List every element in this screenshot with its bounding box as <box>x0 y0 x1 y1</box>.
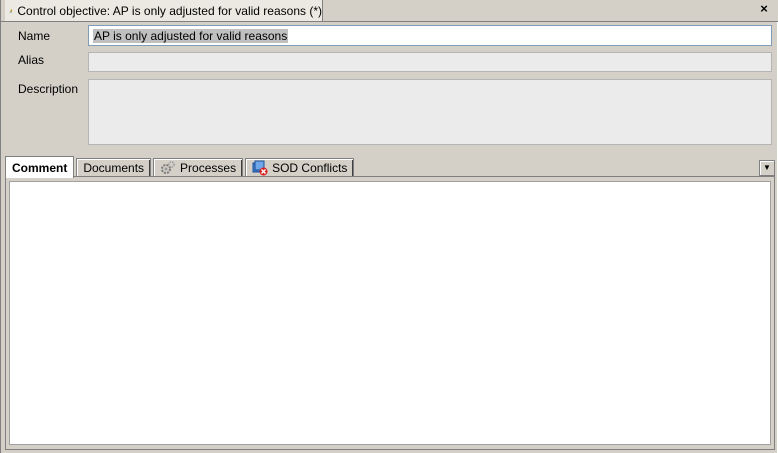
document-tab-title: Control objective: AP is only adjusted f… <box>17 4 322 18</box>
control-objective-window: Control objective: AP is only adjusted f… <box>0 0 778 453</box>
document-tab[interactable]: Control objective: AP is only adjusted f… <box>5 0 323 22</box>
name-field[interactable]: AP is only adjusted for valid reasons <box>88 25 772 46</box>
processes-icon <box>161 161 175 174</box>
name-field-value: AP is only adjusted for valid reasons <box>93 29 289 43</box>
tab-documents-label: Documents <box>83 161 145 175</box>
control-objective-icon <box>9 8 13 13</box>
tab-processes[interactable]: Processes <box>153 158 244 177</box>
chevron-down-icon: ▼ <box>763 163 771 172</box>
name-label: Name <box>18 29 51 43</box>
tab-list-dropdown-button[interactable]: ▼ <box>759 160 775 176</box>
document-tab-bar: Control objective: AP is only adjusted f… <box>1 0 778 22</box>
comment-tab-panel <box>5 176 775 450</box>
close-button[interactable]: × <box>757 2 771 16</box>
description-label: Description <box>18 82 79 96</box>
tab-bar-divider <box>1 21 778 22</box>
alias-field[interactable] <box>88 52 772 72</box>
alias-label: Alias <box>18 53 45 67</box>
description-field[interactable] <box>88 79 772 145</box>
tab-comment-label: Comment <box>12 160 68 175</box>
sod-conflicts-icon <box>252 160 268 176</box>
comment-editor-frame <box>9 181 771 445</box>
tab-sod-conflicts[interactable]: SOD Conflicts <box>245 158 355 177</box>
tab-comment[interactable]: Comment <box>5 156 75 178</box>
detail-tabs: Comment Documents Processes SOD Conflict… <box>5 155 356 178</box>
tab-documents[interactable]: Documents <box>76 158 152 177</box>
tab-sod-conflicts-label: SOD Conflicts <box>272 161 348 175</box>
comment-input[interactable] <box>10 182 770 444</box>
tab-processes-label: Processes <box>180 161 237 175</box>
